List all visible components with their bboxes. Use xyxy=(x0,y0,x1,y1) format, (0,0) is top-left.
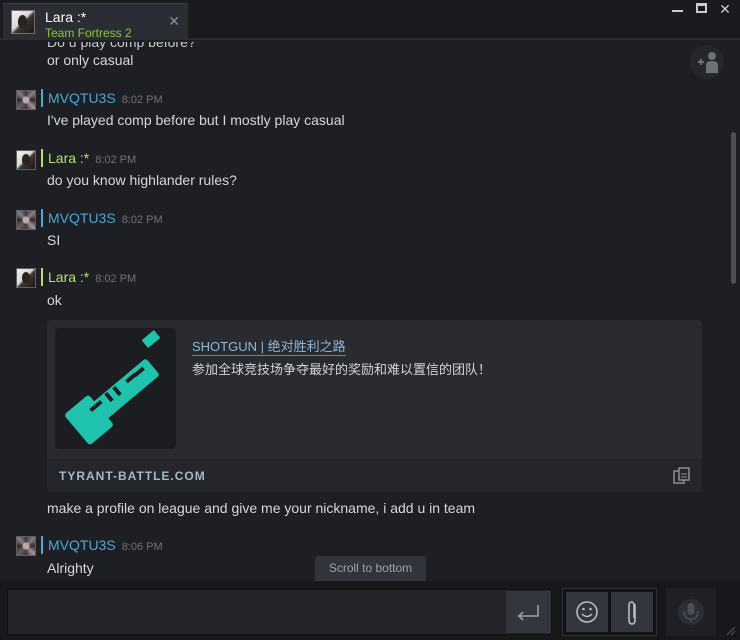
sender-bar xyxy=(41,149,43,167)
sender-name-text: MVQTU3S xyxy=(48,537,116,553)
emoticon-button[interactable] xyxy=(566,592,608,632)
sender-name[interactable]: MVQTU3S 8:06 PM xyxy=(48,537,163,553)
sender-name-text: MVQTU3S xyxy=(48,210,116,226)
sender-name[interactable]: Lara :* 8:02 PM xyxy=(48,269,136,285)
maximize-icon[interactable] xyxy=(690,0,712,18)
sender-name-text: MVQTU3S xyxy=(48,90,116,106)
message-text: make a profile on league and give me you… xyxy=(47,500,476,516)
sender-name-text: Lara :* xyxy=(48,150,90,166)
sender-bar xyxy=(41,209,43,227)
message-timestamp: 8:02 PM xyxy=(121,94,163,106)
sender-name[interactable]: MVQTU3S 8:02 PM xyxy=(48,210,163,226)
copy-icon[interactable] xyxy=(672,466,692,486)
embed-footer: TYRANT-BATTLE.COM xyxy=(47,459,702,492)
message-timestamp: 8:02 PM xyxy=(121,214,163,226)
message-timestamp: 8:06 PM xyxy=(121,541,163,553)
chat-tab-lara[interactable]: Lara :* Team Fortress 2 ✕ xyxy=(3,3,188,40)
close-tab-icon[interactable]: ✕ xyxy=(168,14,180,28)
message-text: SI xyxy=(47,232,61,248)
attach-button[interactable] xyxy=(611,592,653,632)
enter-icon xyxy=(517,605,539,621)
message-composer xyxy=(0,581,740,640)
avatar[interactable] xyxy=(16,150,36,170)
message-text: do you know highlander rules? xyxy=(47,172,237,188)
message-text: ok xyxy=(47,292,62,308)
embed-thumbnail[interactable] xyxy=(55,328,176,449)
message-text: or only casual xyxy=(47,52,134,68)
voice-chat-icon[interactable] xyxy=(690,45,724,79)
voice-message-button[interactable] xyxy=(666,588,716,636)
sender-bar xyxy=(41,536,43,554)
avatar[interactable] xyxy=(16,268,36,288)
sender-name[interactable]: Lara :* 8:02 PM xyxy=(48,150,136,166)
microphone-icon xyxy=(678,599,704,625)
link-embed-card[interactable]: SHOTGUN | 绝对胜利之路 参加全球竞技场争夺最好的奖励和难以置信的团队！… xyxy=(47,320,702,492)
scrollbar[interactable] xyxy=(731,132,736,284)
window-close-icon[interactable]: ✕ xyxy=(714,0,736,18)
send-button[interactable] xyxy=(506,591,551,633)
embed-domain[interactable]: TYRANT-BATTLE.COM xyxy=(59,469,206,483)
smiley-icon xyxy=(576,601,598,623)
message-timestamp: 8:02 PM xyxy=(95,154,137,166)
message-text: Alrighty xyxy=(47,560,94,576)
message-text: I've played comp before but I mostly pla… xyxy=(47,112,345,128)
tab-friend-name: Lara :* xyxy=(45,9,87,25)
avatar xyxy=(11,10,35,34)
avatar[interactable] xyxy=(16,90,36,110)
shotgun-icon xyxy=(65,330,161,445)
tab-game-status: Team Fortress 2 xyxy=(45,26,132,40)
paperclip-icon xyxy=(628,601,636,625)
avatar[interactable] xyxy=(16,210,36,230)
embed-description: 参加全球竞技场争夺最好的奖励和难以置信的团队！ xyxy=(192,362,492,377)
scroll-to-bottom-button[interactable]: Scroll to bottom xyxy=(315,556,426,581)
composer-tools xyxy=(562,588,657,636)
sender-bar xyxy=(41,268,43,286)
sender-bar xyxy=(41,89,43,107)
avatar[interactable] xyxy=(16,536,36,556)
minimize-icon[interactable] xyxy=(666,0,688,18)
title-bar: Lara :* Team Fortress 2 ✕ ✕ xyxy=(0,0,740,40)
embed-title-link[interactable]: SHOTGUN | 绝对胜利之路 xyxy=(192,336,346,356)
sender-name-text: Lara :* xyxy=(48,269,90,285)
message-timestamp: 8:02 PM xyxy=(95,273,137,285)
message-text: Do u play comp before? xyxy=(47,42,196,50)
chat-history[interactable]: Do u play comp before? or only casual MV… xyxy=(0,42,740,580)
message-input[interactable] xyxy=(7,589,552,635)
resize-grip-icon[interactable] xyxy=(724,624,736,636)
sender-name[interactable]: MVQTU3S 8:02 PM xyxy=(48,90,163,106)
